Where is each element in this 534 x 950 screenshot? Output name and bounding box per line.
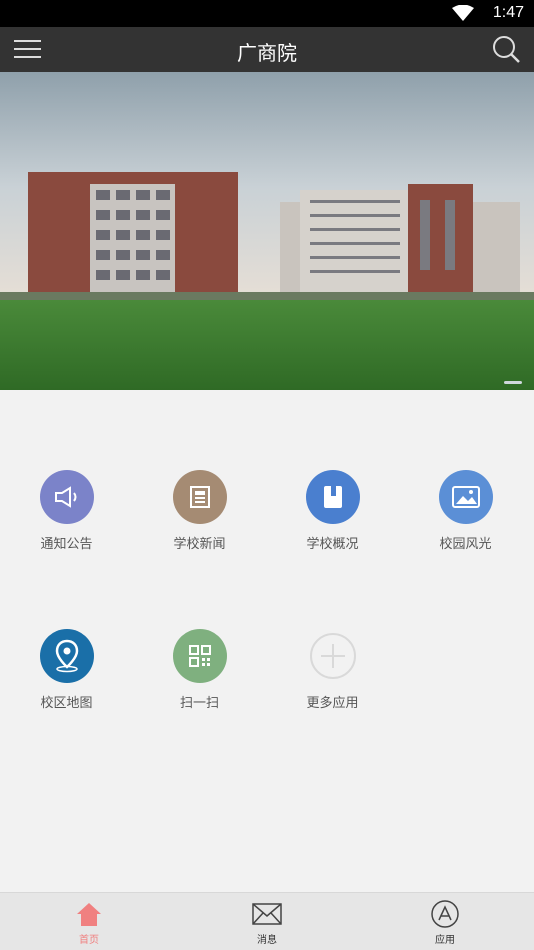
app-label: 学校概况 — [306, 537, 359, 552]
map-pin-icon — [39, 629, 94, 683]
tab-messages[interactable]: 消息 — [178, 893, 356, 950]
app-label: 通知公告 — [40, 537, 93, 552]
page-title: 广商院 — [237, 41, 297, 65]
bottom-tab-bar: 首页 消息 应用 — [0, 892, 534, 950]
tab-apps[interactable]: 应用 — [356, 893, 534, 950]
campus-banner-image[interactable] — [0, 72, 534, 390]
qr-code-icon — [172, 629, 227, 683]
status-bar: 1:47 — [0, 0, 534, 27]
tab-label: 应用 — [435, 935, 455, 946]
app-tile-news[interactable]: 学校新闻 — [133, 470, 266, 552]
envelope-icon — [178, 899, 356, 929]
app-label: 学校新闻 — [173, 537, 226, 552]
app-tile-map[interactable]: 校区地图 — [0, 629, 133, 711]
app-tile-more[interactable]: 更多应用 — [266, 629, 399, 711]
app-label: 更多应用 — [306, 696, 359, 711]
megaphone-icon — [39, 470, 94, 524]
tab-home[interactable]: 首页 — [0, 893, 178, 950]
status-time: 1:47 — [492, 4, 524, 21]
app-tile-scan[interactable]: 扫一扫 — [133, 629, 266, 711]
tab-label: 首页 — [79, 935, 99, 946]
app-grid: 通知公告 学校新闻 学校概况 校园风光 校区地图 扫一扫 更多应用 — [0, 390, 534, 892]
app-header: 广商院 — [0, 27, 534, 72]
newspaper-icon — [172, 470, 227, 524]
app-label: 扫一扫 — [179, 696, 219, 711]
tab-label: 消息 — [257, 935, 277, 946]
app-store-icon — [356, 899, 534, 929]
home-icon — [0, 899, 178, 929]
wifi-icon — [452, 4, 474, 25]
app-label: 校园风光 — [439, 537, 492, 552]
search-icon[interactable] — [492, 35, 520, 63]
app-label: 校区地图 — [40, 696, 93, 711]
banner-page-indicator — [504, 381, 522, 384]
app-tile-notice[interactable]: 通知公告 — [0, 470, 133, 552]
app-tile-overview[interactable]: 学校概况 — [266, 470, 399, 552]
plus-circle-icon — [306, 629, 360, 683]
app-tile-scenery[interactable]: 校园风光 — [399, 470, 532, 552]
book-icon — [305, 470, 360, 524]
image-icon — [438, 470, 493, 524]
